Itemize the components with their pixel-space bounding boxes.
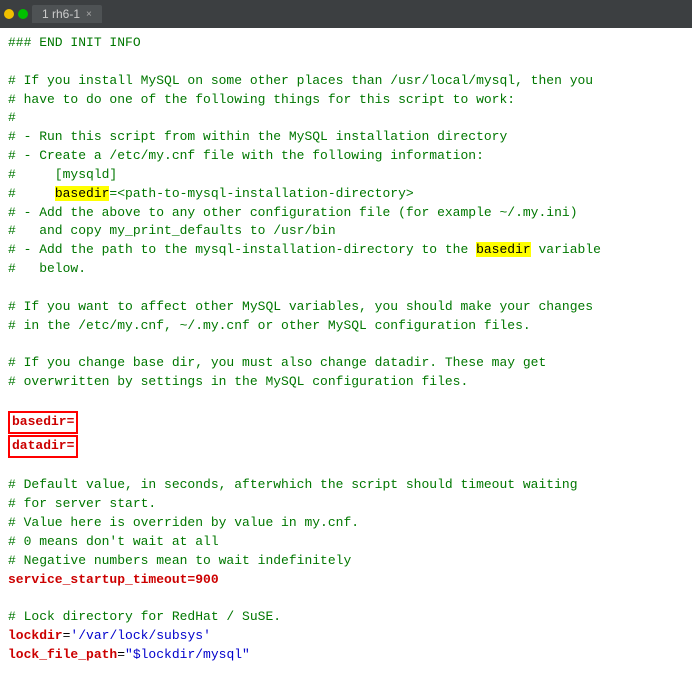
code-line: # [mysqld] bbox=[8, 167, 117, 182]
dot-green-icon bbox=[18, 9, 28, 19]
code-line: # in the /etc/my.cnf, ~/.my.cnf or other… bbox=[8, 318, 531, 333]
code-line: # bbox=[8, 110, 16, 125]
code-line-datadir: datadir= bbox=[8, 435, 78, 458]
code-line: # have to do one of the following things… bbox=[8, 92, 515, 107]
code-editor[interactable]: ### END INIT INFO # If you install MySQL… bbox=[0, 28, 692, 682]
code-line: # Value here is overriden by value in my… bbox=[8, 515, 359, 530]
code-line: # overwritten by settings in the MySQL c… bbox=[8, 374, 468, 389]
code-line: # - Add the path to the mysql-installati… bbox=[8, 242, 601, 257]
tab-icons bbox=[4, 9, 28, 19]
tab-label: 1 rh6-1 bbox=[42, 7, 80, 21]
tab-bar: 1 rh6-1 × bbox=[0, 0, 692, 28]
code-line: service_startup_timeout=900 bbox=[8, 572, 219, 587]
code-line: # Negative numbers mean to wait indefini… bbox=[8, 553, 351, 568]
code-line: lock_file_path="$lockdir/mysql" bbox=[8, 647, 250, 662]
code-line: # 0 means don't wait at all bbox=[8, 534, 219, 549]
editor-window: 1 rh6-1 × ### END INIT INFO # If you ins… bbox=[0, 0, 692, 682]
basedir-highlight-1: basedir bbox=[55, 186, 110, 201]
code-line: # Default value, in seconds, afterwhich … bbox=[8, 477, 578, 492]
code-line: lockdir='/var/lock/subsys' bbox=[8, 628, 211, 643]
code-line: # for server start. bbox=[8, 496, 156, 511]
basedir-highlight-2: basedir bbox=[476, 242, 531, 257]
code-line: # basedir=<path-to-mysql-installation-di… bbox=[8, 186, 414, 201]
tab-close-icon[interactable]: × bbox=[86, 9, 92, 20]
code-line: # Lock directory for RedHat / SuSE. bbox=[8, 609, 281, 624]
code-line: ### END INIT INFO bbox=[8, 35, 141, 50]
code-line: # If you change base dir, you must also … bbox=[8, 355, 546, 370]
code-line: # - Create a /etc/my.cnf file with the f… bbox=[8, 148, 484, 163]
code-line: # If you want to affect other MySQL vari… bbox=[8, 299, 593, 314]
code-line: # - Add the above to any other configura… bbox=[8, 205, 578, 220]
code-line: basedir= bbox=[8, 411, 78, 434]
dot-yellow-icon bbox=[4, 9, 14, 19]
editor-tab[interactable]: 1 rh6-1 × bbox=[32, 5, 102, 23]
code-line: # - Run this script from within the MySQ… bbox=[8, 129, 507, 144]
code-line: # below. bbox=[8, 261, 86, 276]
code-line: # If you install MySQL on some other pla… bbox=[8, 73, 593, 88]
code-line: # and copy my_print_defaults to /usr/bin bbox=[8, 223, 336, 238]
